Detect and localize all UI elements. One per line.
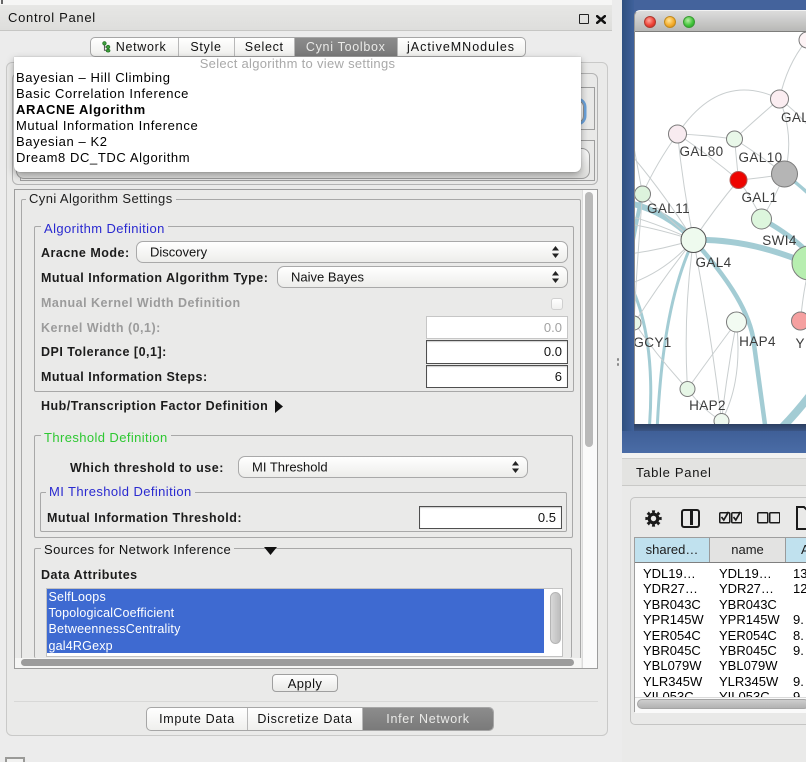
- svg-text:SWI4: SWI4: [762, 233, 797, 248]
- svg-text:GAL4: GAL4: [695, 255, 731, 270]
- svg-text:GAL: GAL: [781, 110, 806, 125]
- svg-text:GAL11: GAL11: [647, 201, 690, 216]
- svg-text:GCY1: GCY1: [635, 335, 672, 350]
- svg-text:GAL1: GAL1: [741, 190, 777, 205]
- svg-text:GAL10: GAL10: [738, 150, 782, 165]
- svg-text:Y: Y: [796, 336, 805, 351]
- svg-text:GAL80: GAL80: [679, 144, 723, 159]
- svg-text:HAP4: HAP4: [739, 334, 776, 349]
- svg-text:HAP2: HAP2: [689, 398, 726, 413]
